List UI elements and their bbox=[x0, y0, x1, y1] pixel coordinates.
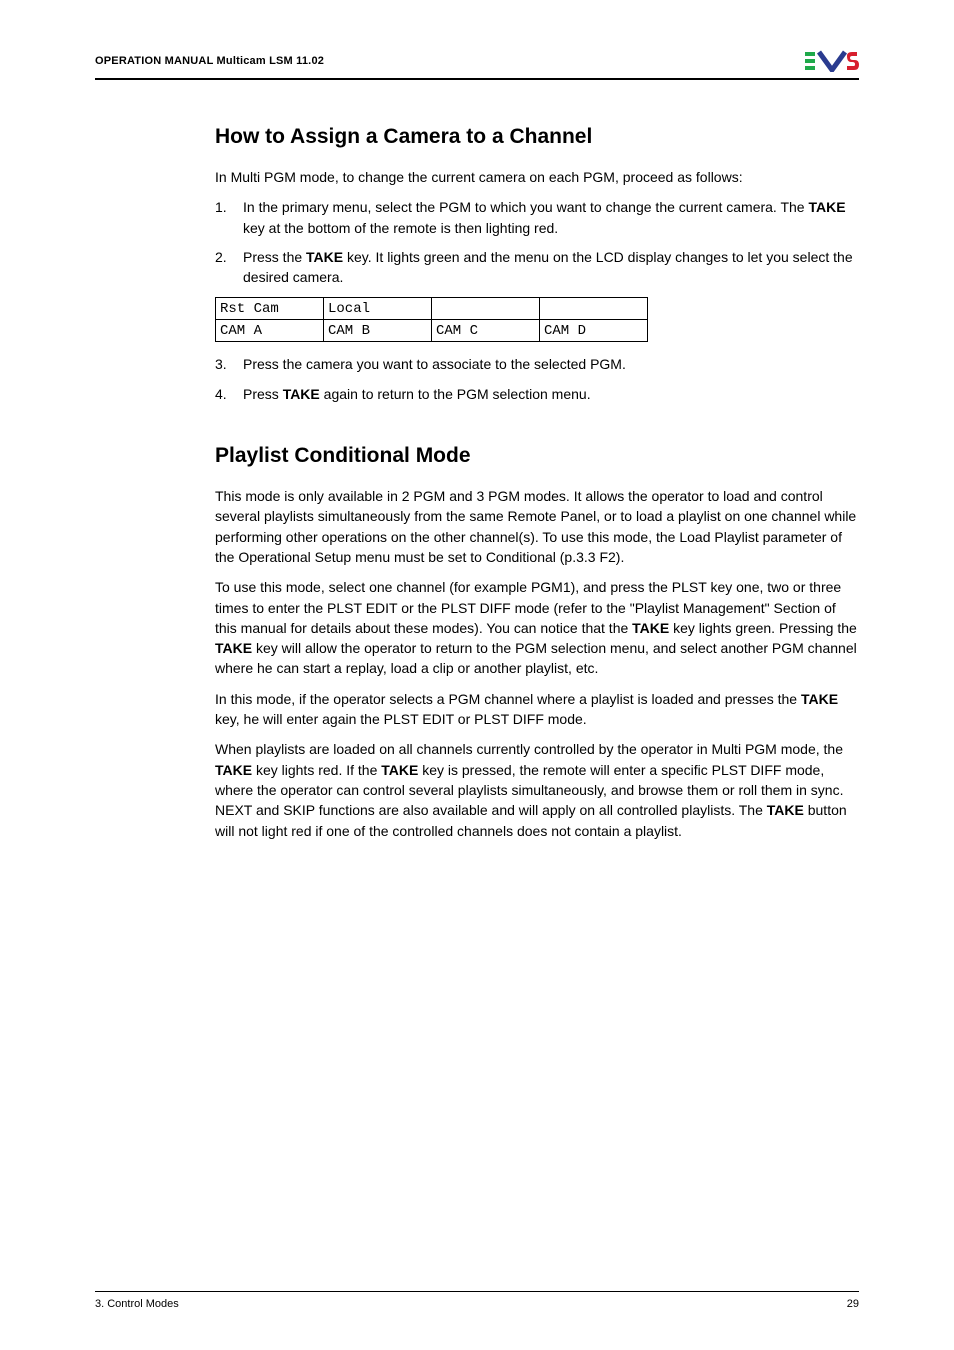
grid-cell-cam-c: CAM C bbox=[432, 320, 540, 342]
take-key-label: TAKE bbox=[632, 620, 669, 636]
take-key-label: TAKE bbox=[306, 249, 343, 265]
step-2: Press the TAKE key. It lights green and … bbox=[215, 247, 859, 288]
footer-section: 3. Control Modes bbox=[95, 1298, 179, 1310]
section1-steps-cont: Press the camera you want to associate t… bbox=[215, 354, 859, 404]
section1-steps: In the primary menu, select the PGM to w… bbox=[215, 197, 859, 287]
take-key-label: TAKE bbox=[808, 199, 845, 215]
header-title: OPERATION MANUAL Multicam LSM 11.02 bbox=[95, 55, 324, 67]
take-key-label: TAKE bbox=[215, 640, 252, 656]
grid-cell-empty bbox=[432, 298, 540, 320]
section2-p3: In this mode, if the operator selects a … bbox=[215, 689, 859, 730]
step-4: Press TAKE again to return to the PGM se… bbox=[215, 384, 859, 404]
section2-heading: Playlist Conditional Mode bbox=[215, 444, 859, 468]
section1-intro: In Multi PGM mode, to change the current… bbox=[215, 167, 859, 187]
take-key-label: TAKE bbox=[283, 386, 320, 402]
grid-cell-rst-cam: Rst Cam bbox=[216, 298, 324, 320]
camera-grid: Rst Cam Local CAM A CAM B CAM C CAM D bbox=[215, 297, 648, 342]
document-header: OPERATION MANUAL Multicam LSM 11.02 bbox=[95, 50, 859, 80]
step-1: In the primary menu, select the PGM to w… bbox=[215, 197, 859, 238]
take-key-label: TAKE bbox=[215, 762, 252, 778]
grid-cell-cam-a: CAM A bbox=[216, 320, 324, 342]
take-key-label: TAKE bbox=[767, 802, 804, 818]
grid-cell-empty bbox=[540, 298, 648, 320]
take-key-label: TAKE bbox=[801, 691, 838, 707]
main-content: How to Assign a Camera to a Channel In M… bbox=[215, 125, 859, 1251]
footer-page-number: 29 bbox=[847, 1298, 859, 1310]
grid-cell-cam-d: CAM D bbox=[540, 320, 648, 342]
grid-cell-cam-b: CAM B bbox=[324, 320, 432, 342]
section1-heading: How to Assign a Camera to a Channel bbox=[215, 125, 859, 149]
document-footer: 3. Control Modes 29 bbox=[95, 1291, 859, 1310]
section2-p1: This mode is only available in 2 PGM and… bbox=[215, 486, 859, 567]
take-key-label: TAKE bbox=[381, 762, 418, 778]
grid-cell-local: Local bbox=[324, 298, 432, 320]
section2-p2: To use this mode, select one channel (fo… bbox=[215, 577, 859, 678]
section2-p4: When playlists are loaded on all channel… bbox=[215, 739, 859, 840]
step-3: Press the camera you want to associate t… bbox=[215, 354, 859, 374]
evs-logo bbox=[805, 50, 859, 72]
